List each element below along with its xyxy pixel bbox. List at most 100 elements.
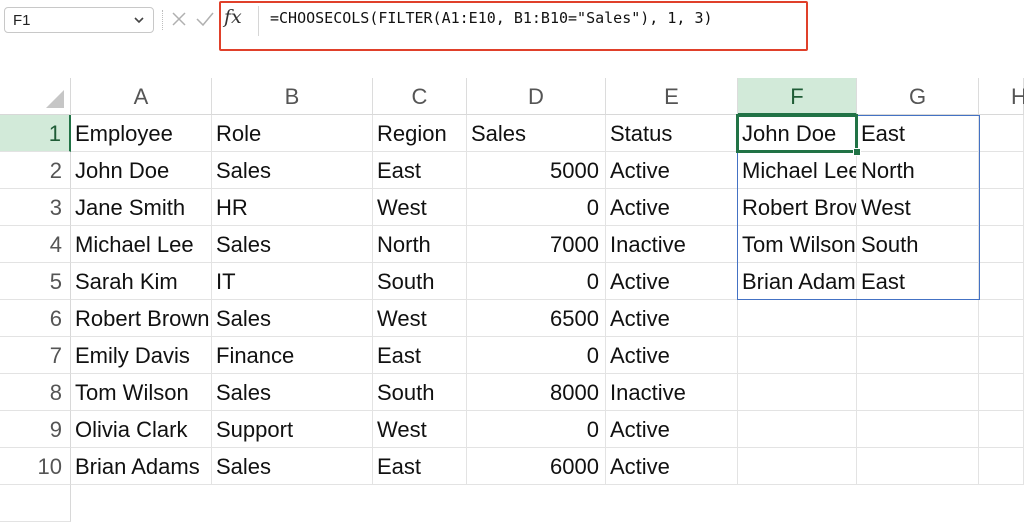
cell-a3[interactable]: Jane Smith	[71, 189, 212, 226]
cell-e6[interactable]: Active	[606, 300, 738, 337]
row-header-1[interactable]: 1	[0, 115, 71, 152]
column-header-c[interactable]: C	[373, 78, 467, 115]
row-header-9[interactable]: 9	[0, 411, 71, 448]
cell-c6[interactable]: West	[373, 300, 467, 337]
cell-g2[interactable]: North	[857, 152, 979, 189]
column-header-h[interactable]: H	[979, 78, 1024, 115]
cell-b8[interactable]: Sales	[212, 374, 373, 411]
cell-h8[interactable]	[979, 374, 1024, 411]
cell-h7[interactable]	[979, 337, 1024, 374]
cell-c10[interactable]: East	[373, 448, 467, 485]
select-all-triangle-icon[interactable]	[46, 90, 64, 108]
cell-b6[interactable]: Sales	[212, 300, 373, 337]
cell-e2[interactable]: Active	[606, 152, 738, 189]
row-header-5[interactable]: 5	[0, 263, 71, 300]
cell-a10[interactable]: Brian Adams	[71, 448, 212, 485]
fill-handle[interactable]	[853, 148, 861, 156]
cell-e10[interactable]: Active	[606, 448, 738, 485]
column-header-e[interactable]: E	[606, 78, 738, 115]
cell-h2[interactable]	[979, 152, 1024, 189]
cell-d2[interactable]: 5000	[467, 152, 606, 189]
row-header-3[interactable]: 3	[0, 189, 71, 226]
cell-a9[interactable]: Olivia Clark	[71, 411, 212, 448]
chevron-down-icon[interactable]	[133, 14, 145, 26]
cell-b10[interactable]: Sales	[212, 448, 373, 485]
cell-g7[interactable]	[857, 337, 979, 374]
cell-g3[interactable]: West	[857, 189, 979, 226]
cell-g8[interactable]	[857, 374, 979, 411]
cell-h10[interactable]	[979, 448, 1024, 485]
cell-d1[interactable]: Sales	[467, 115, 606, 152]
cell-e1[interactable]: Status	[606, 115, 738, 152]
row-header-6[interactable]: 6	[0, 300, 71, 337]
cell-e9[interactable]: Active	[606, 411, 738, 448]
cell-g6[interactable]	[857, 300, 979, 337]
cell-b9[interactable]: Support	[212, 411, 373, 448]
cell-f1[interactable]: John Doe	[738, 115, 857, 152]
cell-g10[interactable]	[857, 448, 979, 485]
cell-g1[interactable]: East	[857, 115, 979, 152]
cell-a2[interactable]: John Doe	[71, 152, 212, 189]
cell-d4[interactable]: 7000	[467, 226, 606, 263]
column-header-d[interactable]: D	[467, 78, 606, 115]
cell-f4[interactable]: Tom Wilson	[738, 226, 857, 263]
cell-d6[interactable]: 6500	[467, 300, 606, 337]
cell-h1[interactable]	[979, 115, 1024, 152]
cell-e4[interactable]: Inactive	[606, 226, 738, 263]
column-header-f[interactable]: F	[738, 78, 857, 115]
row-header-8[interactable]: 8	[0, 374, 71, 411]
cell-e8[interactable]: Inactive	[606, 374, 738, 411]
cell-e5[interactable]: Active	[606, 263, 738, 300]
cell-g4[interactable]: South	[857, 226, 979, 263]
row-header-partial[interactable]	[0, 485, 71, 522]
cell-b3[interactable]: HR	[212, 189, 373, 226]
cell-a4[interactable]: Michael Lee	[71, 226, 212, 263]
cell-c9[interactable]: West	[373, 411, 467, 448]
cell-f5[interactable]: Brian Adams	[738, 263, 857, 300]
cell-f10[interactable]	[738, 448, 857, 485]
cell-d10[interactable]: 6000	[467, 448, 606, 485]
cell-h5[interactable]	[979, 263, 1024, 300]
cell-e7[interactable]: Active	[606, 337, 738, 374]
cell-d9[interactable]: 0	[467, 411, 606, 448]
select-all-corner[interactable]	[0, 78, 71, 115]
cell-a8[interactable]: Tom Wilson	[71, 374, 212, 411]
cell-a5[interactable]: Sarah Kim	[71, 263, 212, 300]
checkmark-icon[interactable]	[195, 10, 215, 28]
cell-b2[interactable]: Sales	[212, 152, 373, 189]
cell-h9[interactable]	[979, 411, 1024, 448]
row-header-2[interactable]: 2	[0, 152, 71, 189]
cell-f2[interactable]: Michael Lee	[738, 152, 857, 189]
column-header-b[interactable]: B	[212, 78, 373, 115]
cell-d5[interactable]: 0	[467, 263, 606, 300]
cell-g5[interactable]: East	[857, 263, 979, 300]
cell-d8[interactable]: 8000	[467, 374, 606, 411]
cell-a7[interactable]: Emily Davis	[71, 337, 212, 374]
cell-f8[interactable]	[738, 374, 857, 411]
insert-function-icon[interactable]: fx	[224, 6, 242, 28]
cancel-icon[interactable]	[170, 10, 188, 28]
column-header-a[interactable]: A	[71, 78, 212, 115]
cell-a1[interactable]: Employee	[71, 115, 212, 152]
row-header-7[interactable]: 7	[0, 337, 71, 374]
cell-b4[interactable]: Sales	[212, 226, 373, 263]
cell-h3[interactable]	[979, 189, 1024, 226]
cell-b7[interactable]: Finance	[212, 337, 373, 374]
cell-c3[interactable]: West	[373, 189, 467, 226]
cell-h4[interactable]	[979, 226, 1024, 263]
cell-c5[interactable]: South	[373, 263, 467, 300]
cell-c8[interactable]: South	[373, 374, 467, 411]
cell-e3[interactable]: Active	[606, 189, 738, 226]
cell-b1[interactable]: Role	[212, 115, 373, 152]
column-header-g[interactable]: G	[857, 78, 979, 115]
cell-h6[interactable]	[979, 300, 1024, 337]
cell-d3[interactable]: 0	[467, 189, 606, 226]
cell-f3[interactable]: Robert Brown	[738, 189, 857, 226]
cell-b5[interactable]: IT	[212, 263, 373, 300]
cell-a6[interactable]: Robert Brown	[71, 300, 212, 337]
cell-c4[interactable]: North	[373, 226, 467, 263]
name-box[interactable]: F1	[4, 7, 154, 33]
cell-g9[interactable]	[857, 411, 979, 448]
cell-d7[interactable]: 0	[467, 337, 606, 374]
row-header-4[interactable]: 4	[0, 226, 71, 263]
